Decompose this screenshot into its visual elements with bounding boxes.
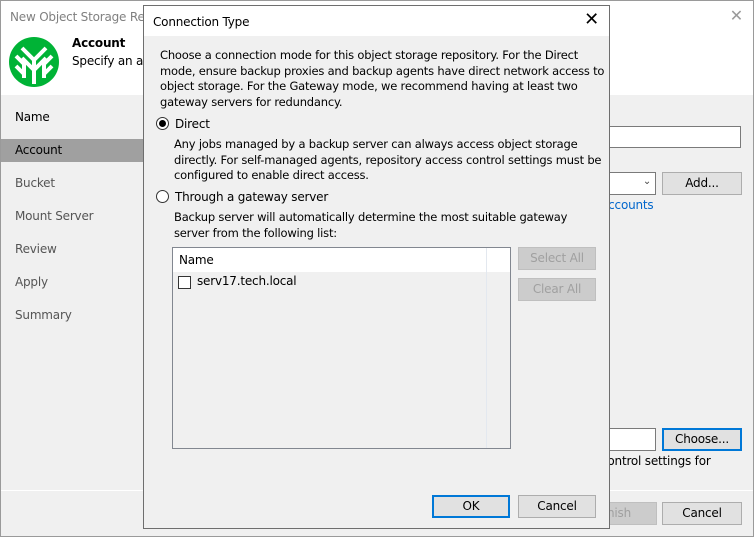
choose-button[interactable]: Choose... <box>662 428 742 451</box>
wizard-steps-nav: Name Account Bucket Mount Server Review … <box>1 95 144 490</box>
radio-selected-dot <box>159 120 166 127</box>
dialog-intro-text: Choose a connection mode for this object… <box>160 48 605 109</box>
direct-radio[interactable] <box>156 117 169 130</box>
gateway-radio[interactable] <box>156 190 169 203</box>
gateway-server-list[interactable]: Name serv17.tech.local <box>172 247 511 449</box>
veeam-logo-icon <box>9 37 59 87</box>
list-header: Name <box>173 248 510 272</box>
wizard-step-title: Account <box>72 36 126 50</box>
column-header-name[interactable]: Name <box>179 253 214 267</box>
chevron-down-icon: ⌄ <box>642 176 651 187</box>
direct-radio-label[interactable]: Direct <box>175 117 210 131</box>
server-name: serv17.tech.local <box>197 274 297 288</box>
connection-type-dialog: Connection Type ✕ Choose a connection mo… <box>143 5 610 529</box>
dialog-title: Connection Type <box>153 15 250 29</box>
gateway-radio-label[interactable]: Through a gateway server <box>175 190 328 204</box>
nav-item-mount-server[interactable]: Mount Server <box>1 205 144 228</box>
server-checkbox[interactable] <box>178 276 191 289</box>
cancel-button[interactable]: Cancel <box>518 495 596 518</box>
nav-item-account[interactable]: Account <box>1 139 144 162</box>
close-icon[interactable]: ✕ <box>584 11 599 29</box>
service-point-input[interactable] <box>601 126 741 148</box>
select-all-button[interactable]: Select All <box>518 247 596 270</box>
access-control-hint: control settings for <box>601 454 711 468</box>
nav-item-apply[interactable]: Apply <box>1 271 144 294</box>
add-button[interactable]: Add... <box>662 172 742 195</box>
nav-item-summary[interactable]: Summary <box>1 304 144 327</box>
direct-description: Any jobs managed by a backup server can … <box>174 137 602 182</box>
nav-item-name[interactable]: Name <box>1 106 144 129</box>
nav-item-review[interactable]: Review <box>1 238 144 261</box>
nav-item-bucket[interactable]: Bucket <box>1 172 144 195</box>
column-divider <box>486 248 487 448</box>
clear-all-button[interactable]: Clear All <box>518 278 596 301</box>
list-item[interactable]: serv17.tech.local <box>173 272 486 292</box>
ok-button[interactable]: OK <box>432 495 510 518</box>
gateway-description: Backup server will automatically determi… <box>174 210 568 240</box>
dialog-titlebar: Connection Type ✕ <box>144 6 609 36</box>
wizard-cancel-button[interactable]: Cancel <box>662 502 742 525</box>
close-icon[interactable]: ✕ <box>730 7 743 25</box>
